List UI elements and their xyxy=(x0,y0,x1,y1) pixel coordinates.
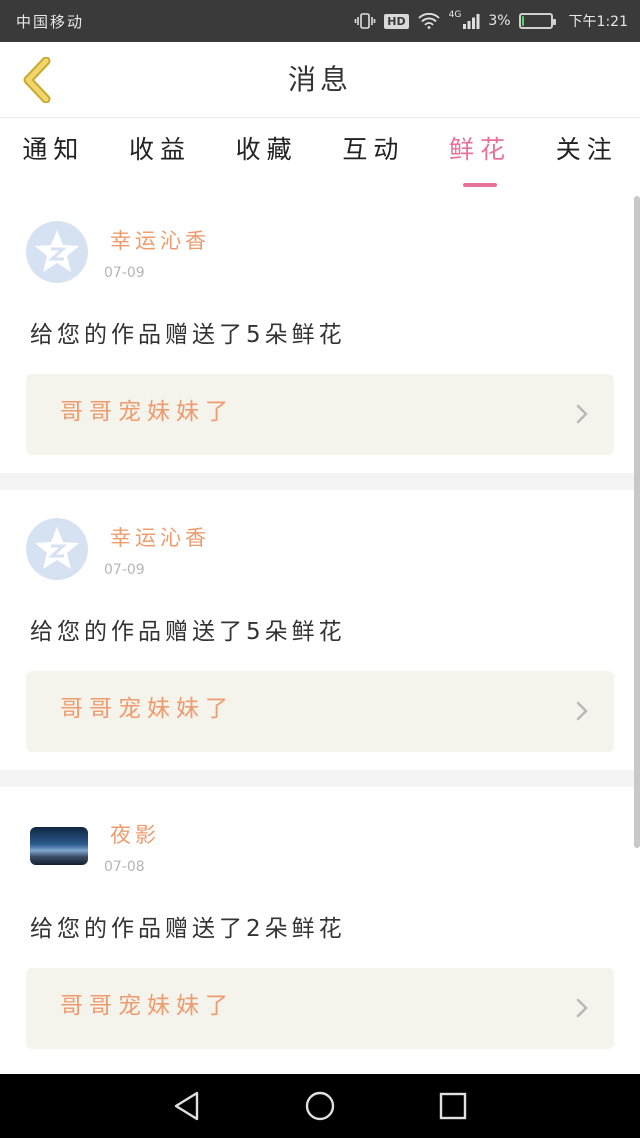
battery-percent: 3% xyxy=(488,13,511,29)
message-item: 幸运沁香 07-09 给您的作品赠送了5朵鲜花 哥哥宠妹妹了 xyxy=(0,490,640,770)
title-bar: 消息 xyxy=(0,42,640,118)
status-bar: 中国移动 HD 4G 3% 下午1:21 xyxy=(0,0,640,42)
photo-avatar[interactable] xyxy=(30,827,88,865)
sender-name[interactable]: 幸运沁香 xyxy=(110,522,210,552)
sender-name[interactable]: 夜影 xyxy=(110,819,160,849)
work-link[interactable]: 哥哥宠妹妹了 xyxy=(26,968,614,1049)
sender-name[interactable]: 幸运沁香 xyxy=(110,225,210,255)
tab-label: 收藏 xyxy=(235,135,298,164)
work-title: 哥哥宠妹妹了 xyxy=(60,696,234,722)
tab-label: 关注 xyxy=(555,135,618,164)
battery-level xyxy=(521,16,524,26)
tab-interactions[interactable]: 互动 xyxy=(320,119,427,193)
message-item: 幸运沁香 07-09 给您的作品赠送了5朵鲜花 哥哥宠妹妹了 xyxy=(0,193,640,473)
home-circle-icon xyxy=(305,1091,335,1121)
tab-following[interactable]: 关注 xyxy=(533,119,640,193)
active-tab-indicator xyxy=(463,183,498,187)
message-date: 07-09 xyxy=(104,562,145,578)
divider xyxy=(0,473,640,490)
screen: 中国移动 HD 4G 3% 下午1:21 消息 通知 收益 收藏 互动 鲜花 关… xyxy=(0,0,640,1138)
message-text: 给您的作品赠送了2朵鲜花 xyxy=(30,916,346,942)
default-avatar-icon[interactable] xyxy=(26,221,88,283)
navigation-bar xyxy=(0,1074,640,1138)
message-item: 夜影 07-08 给您的作品赠送了2朵鲜花 哥哥宠妹妹了 xyxy=(0,787,640,1067)
back-triangle-icon xyxy=(174,1091,198,1121)
tab-earnings[interactable]: 收益 xyxy=(107,119,214,193)
nav-back-button[interactable] xyxy=(157,1076,217,1136)
page-title: 消息 xyxy=(287,63,352,96)
tab-bar: 通知 收益 收藏 互动 鲜花 关注 xyxy=(0,119,640,193)
divider xyxy=(0,770,640,787)
message-text: 给您的作品赠送了5朵鲜花 xyxy=(30,619,346,645)
tab-notifications[interactable]: 通知 xyxy=(0,119,107,193)
tab-label: 互动 xyxy=(342,135,405,164)
status-icons: HD 4G 3% 下午1:21 xyxy=(354,10,628,31)
hd-badge: HD xyxy=(384,13,409,29)
scrollbar[interactable] xyxy=(634,196,640,848)
tab-favorites[interactable]: 收藏 xyxy=(213,119,320,193)
tab-label: 通知 xyxy=(22,135,85,164)
tab-flowers[interactable]: 鲜花 xyxy=(427,119,534,193)
chevron-right-icon xyxy=(576,404,588,424)
chevron-right-icon xyxy=(576,998,588,1018)
network-label: 4G xyxy=(448,10,462,20)
nav-recents-button[interactable] xyxy=(423,1076,483,1136)
work-link[interactable]: 哥哥宠妹妹了 xyxy=(26,374,614,455)
carrier-label: 中国移动 xyxy=(16,12,85,31)
message-date: 07-09 xyxy=(104,265,145,281)
work-title: 哥哥宠妹妹了 xyxy=(60,993,234,1019)
nav-home-button[interactable] xyxy=(290,1076,350,1136)
tab-label: 鲜花 xyxy=(449,135,512,164)
work-title: 哥哥宠妹妹了 xyxy=(60,399,234,425)
battery-icon xyxy=(518,13,556,29)
chevron-right-icon xyxy=(576,701,588,721)
default-avatar-icon[interactable] xyxy=(26,518,88,580)
message-text: 给您的作品赠送了5朵鲜花 xyxy=(30,322,346,348)
wifi-icon xyxy=(417,13,441,29)
vibrate-icon xyxy=(354,13,376,29)
recents-square-icon xyxy=(440,1092,467,1120)
tab-label: 收益 xyxy=(129,135,192,164)
clock: 下午1:21 xyxy=(568,14,628,30)
signal-icon: 4G xyxy=(448,10,481,29)
message-date: 07-08 xyxy=(104,859,145,875)
message-list[interactable]: 幸运沁香 07-09 给您的作品赠送了5朵鲜花 哥哥宠妹妹了 幸运沁香 07-0… xyxy=(0,193,640,1074)
work-link[interactable]: 哥哥宠妹妹了 xyxy=(26,671,614,752)
